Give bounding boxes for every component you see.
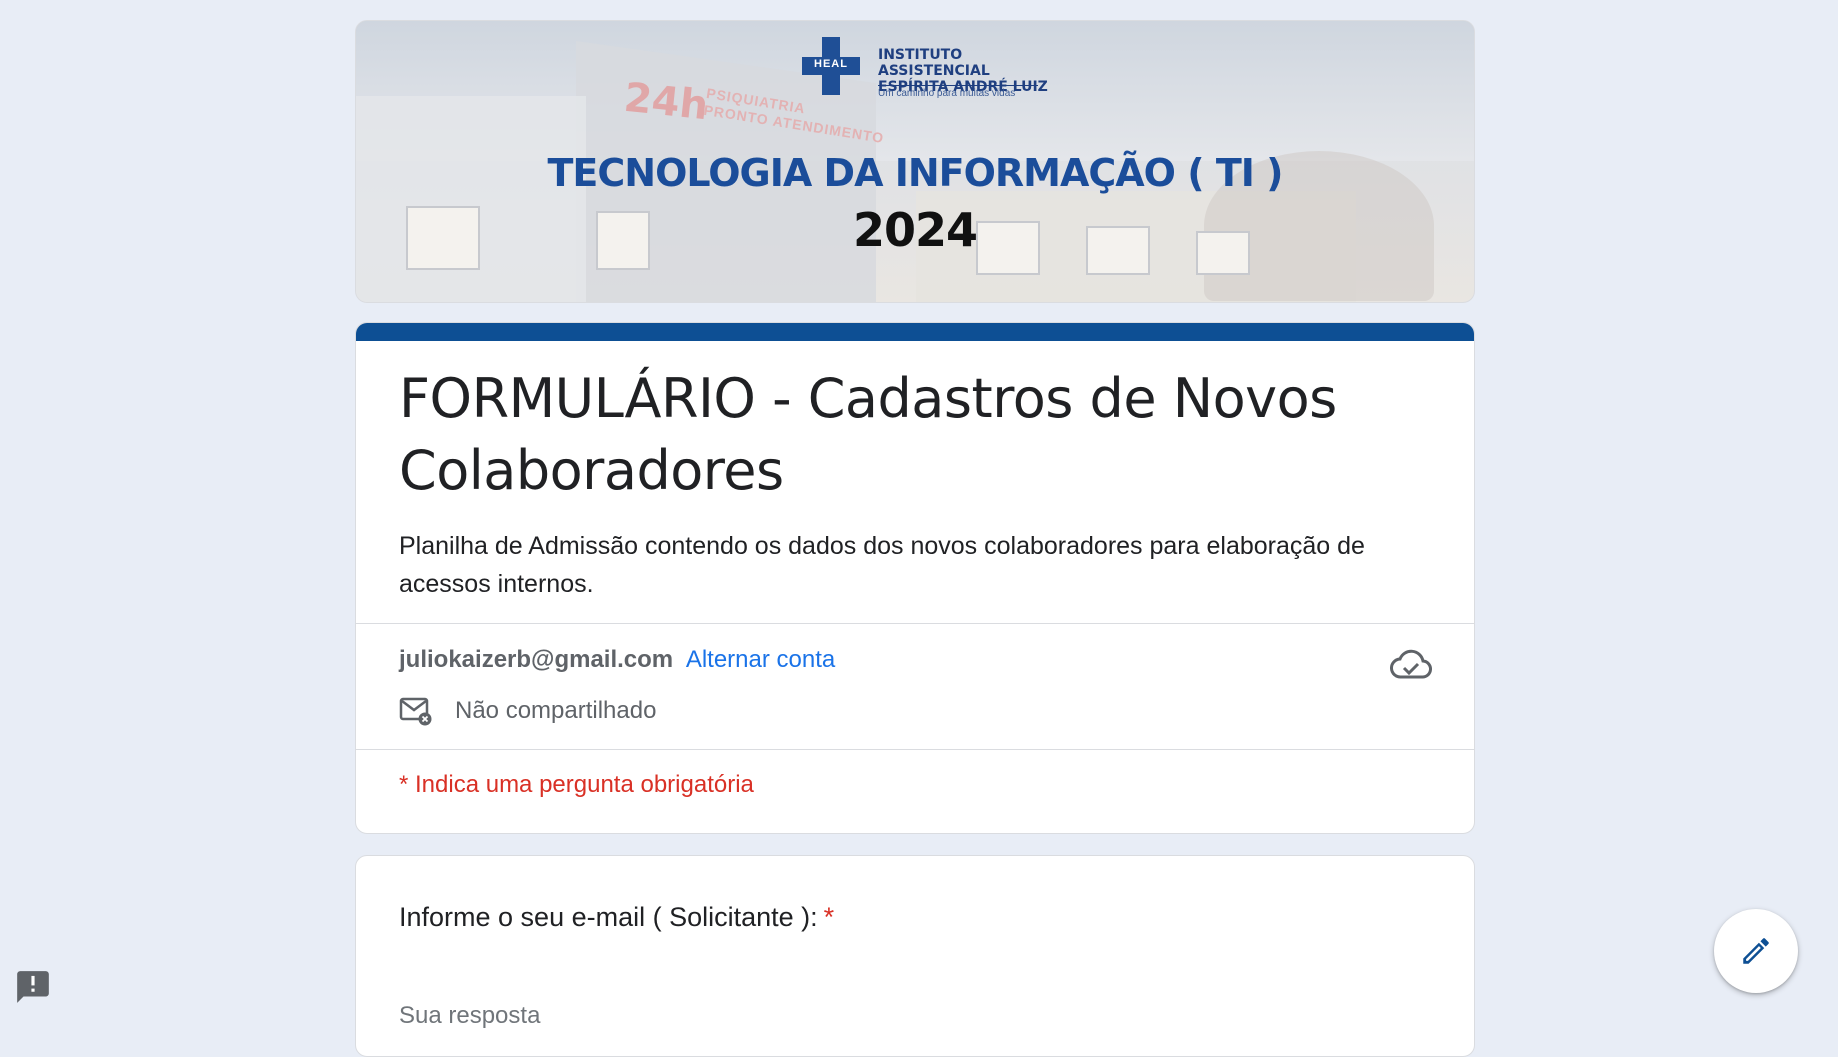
form-header-card: FORMULÁRIO - Cadastros de Novos Colabora… [355, 322, 1475, 834]
account-email: juliokaizerb@gmail.com [399, 646, 674, 673]
required-note: * Indica uma pergunta obrigatória [399, 771, 754, 798]
sharing-status: Não compartilhado [399, 693, 656, 729]
account-row: juliokaizerb@gmail.com Alternar conta [399, 646, 835, 674]
banner-title: TECNOLOGIA DA INFORMAÇÃO ( TI ) [547, 151, 1284, 195]
not-shared-label: Não compartilhado [455, 697, 657, 724]
switch-account-link[interactable]: Alternar conta [686, 646, 835, 673]
accent-bar [356, 323, 1474, 341]
form-title: FORMULÁRIO - Cadastros de Novos Colabora… [399, 367, 1337, 502]
divider [356, 623, 1474, 624]
feedback-icon[interactable] [14, 968, 52, 1006]
logo-cross-icon: HEAL [802, 37, 860, 95]
header-banner-image: 24h PSIQUIATRIA PRONTO ATENDIMENTO HEAL … [355, 20, 1475, 303]
pencil-icon [1743, 938, 1769, 964]
divider [356, 749, 1474, 750]
banner-year: 2024 [852, 203, 978, 257]
banner-sign-24h: 24h [621, 74, 711, 130]
email-answer-input[interactable] [399, 996, 989, 1036]
logo-badge: HEAL [814, 58, 848, 70]
required-asterisk: * [823, 902, 835, 932]
form-description: Planilha de Admissão contendo os dados d… [399, 532, 1365, 598]
mail-not-shared-icon [399, 697, 432, 726]
cloud-check-icon [1390, 649, 1432, 679]
edit-button[interactable] [1714, 909, 1798, 993]
question-card: Informe o seu e-mail ( Solicitante ): * [355, 855, 1475, 1057]
question-label: Informe o seu e-mail ( Solicitante ): * [399, 902, 834, 933]
banner-building-left [356, 96, 586, 302]
institute-logo: HEAL INSTITUTO ASSISTENCIAL ESPÍRITA AND… [788, 37, 1048, 107]
logo-line1: INSTITUTO ASSISTENCIAL [878, 47, 990, 79]
question-text: Informe o seu e-mail ( Solicitante ): [399, 902, 818, 932]
logo-tagline: Um caminho para muitas vidas [878, 85, 1038, 99]
